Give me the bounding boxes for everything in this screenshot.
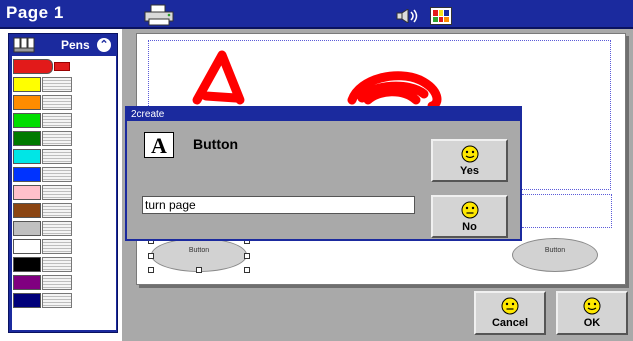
dialog-titlebar: 2create (127, 108, 520, 121)
resize-handle[interactable] (148, 253, 154, 259)
smiley-icon (461, 145, 478, 163)
cancel-label: Cancel (491, 317, 529, 329)
no-button[interactable]: No (431, 195, 508, 238)
yes-button[interactable]: Yes (431, 139, 508, 182)
no-label: No (462, 221, 477, 233)
button-text-input[interactable] (142, 196, 415, 214)
ink-stroke-loop (347, 71, 442, 111)
cancel-button[interactable]: Cancel (474, 291, 546, 335)
button-properties-dialog: 2create A Button Yes No (125, 106, 522, 241)
yes-label: Yes (460, 165, 479, 177)
smiley-icon (583, 297, 601, 315)
canvas-button-1-label: Button (188, 247, 210, 254)
resize-handle[interactable] (196, 267, 202, 273)
object-type-label: Button (193, 136, 239, 152)
resize-handle[interactable] (148, 267, 154, 273)
ok-button[interactable]: OK (556, 291, 628, 335)
smiley-icon (501, 297, 519, 315)
canvas-button-2-label: Button (544, 247, 566, 254)
ok-label: OK (583, 317, 601, 329)
dialog-title: 2create (131, 109, 165, 120)
canvas-button-2[interactable]: Button (512, 238, 598, 272)
resize-handle[interactable] (244, 253, 250, 259)
neutral-face-icon (461, 201, 478, 219)
ink-stroke-a (192, 50, 245, 105)
text-type-icon: A (144, 132, 174, 158)
resize-handle[interactable] (244, 267, 250, 273)
